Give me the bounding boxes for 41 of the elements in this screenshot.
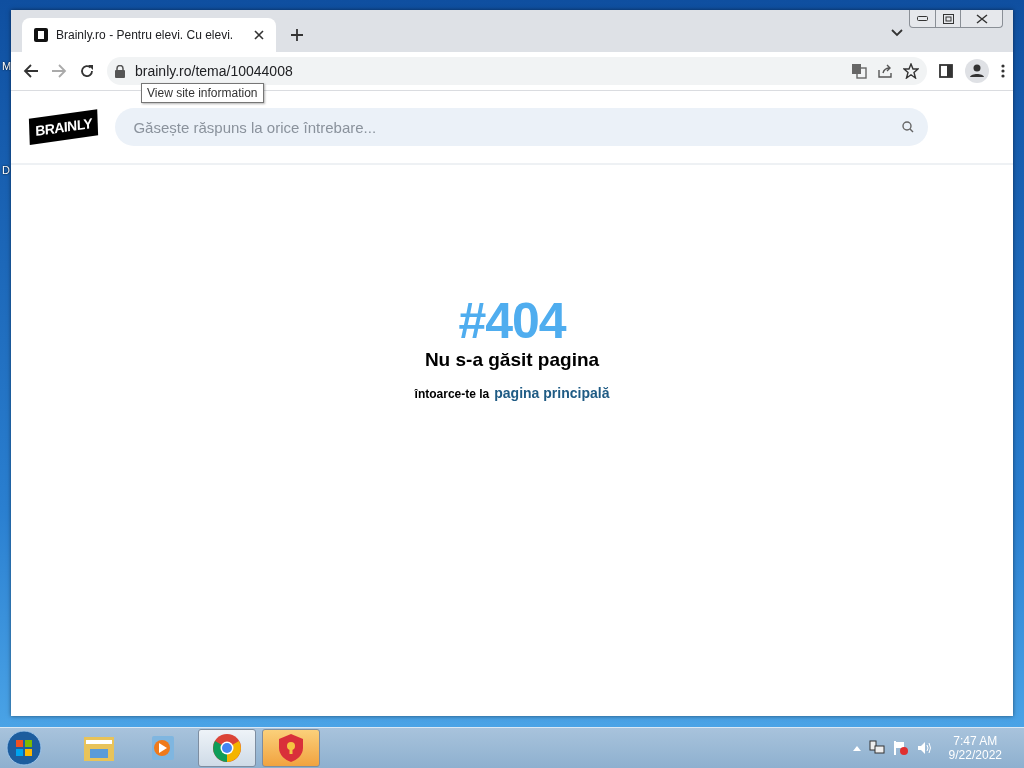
back-icon[interactable] (23, 63, 39, 79)
desktop-icon-label: D (2, 164, 10, 176)
address-bar[interactable]: brainly.ro/tema/10044008 (107, 57, 927, 85)
star-icon[interactable] (903, 63, 919, 79)
taskbar-app-button[interactable] (198, 729, 256, 767)
translate-icon[interactable] (851, 63, 867, 79)
search-icon[interactable] (902, 121, 914, 133)
close-icon (975, 13, 988, 24)
maximize-icon (942, 13, 954, 24)
clock-date: 9/22/2022 (948, 748, 1002, 762)
clock-time: 7:47 AM (953, 734, 998, 748)
url-text: brainly.ro/tema/10044008 (135, 63, 294, 79)
start-button[interactable] (4, 729, 44, 767)
side-panel-icon[interactable] (939, 64, 953, 78)
desktop-icon-label: M (2, 60, 12, 72)
chrome-icon (212, 733, 242, 763)
minimize-icon (917, 16, 928, 21)
profile-avatar-icon[interactable] (965, 59, 989, 83)
menu-icon[interactable] (1001, 64, 1005, 78)
search-field[interactable]: Găsește răspuns la orice întrebare... (115, 108, 928, 146)
taskbar-app-button[interactable] (262, 729, 320, 767)
new-tab-icon[interactable] (290, 28, 304, 42)
tab-search-chevron-icon[interactable] (891, 29, 903, 37)
tooltip: View site information (141, 83, 264, 103)
error-heading: Nu s-a găsit pagina (424, 349, 600, 371)
network-icon[interactable] (868, 740, 885, 756)
back-text: întoarce-te la (414, 387, 490, 401)
home-link[interactable]: pagina principală (494, 385, 610, 401)
brainly-logo[interactable]: BRAINLY (28, 109, 99, 145)
error-code: #404 (458, 295, 566, 347)
shield-icon (278, 733, 304, 763)
lock-icon[interactable] (115, 64, 125, 78)
reload-icon[interactable] (79, 63, 95, 79)
site-favicon (34, 28, 48, 42)
tab-title: Brainly.ro - Pentru elevi. Cu elevi. (56, 28, 235, 42)
flag-icon[interactable] (892, 740, 909, 756)
media-player-icon (149, 734, 177, 762)
close-tab-icon[interactable] (254, 30, 264, 40)
share-icon[interactable] (877, 63, 893, 79)
browser-tab[interactable]: Brainly.ro - Pentru elevi. Cu elevi. (22, 18, 276, 52)
folder-icon (83, 734, 115, 762)
